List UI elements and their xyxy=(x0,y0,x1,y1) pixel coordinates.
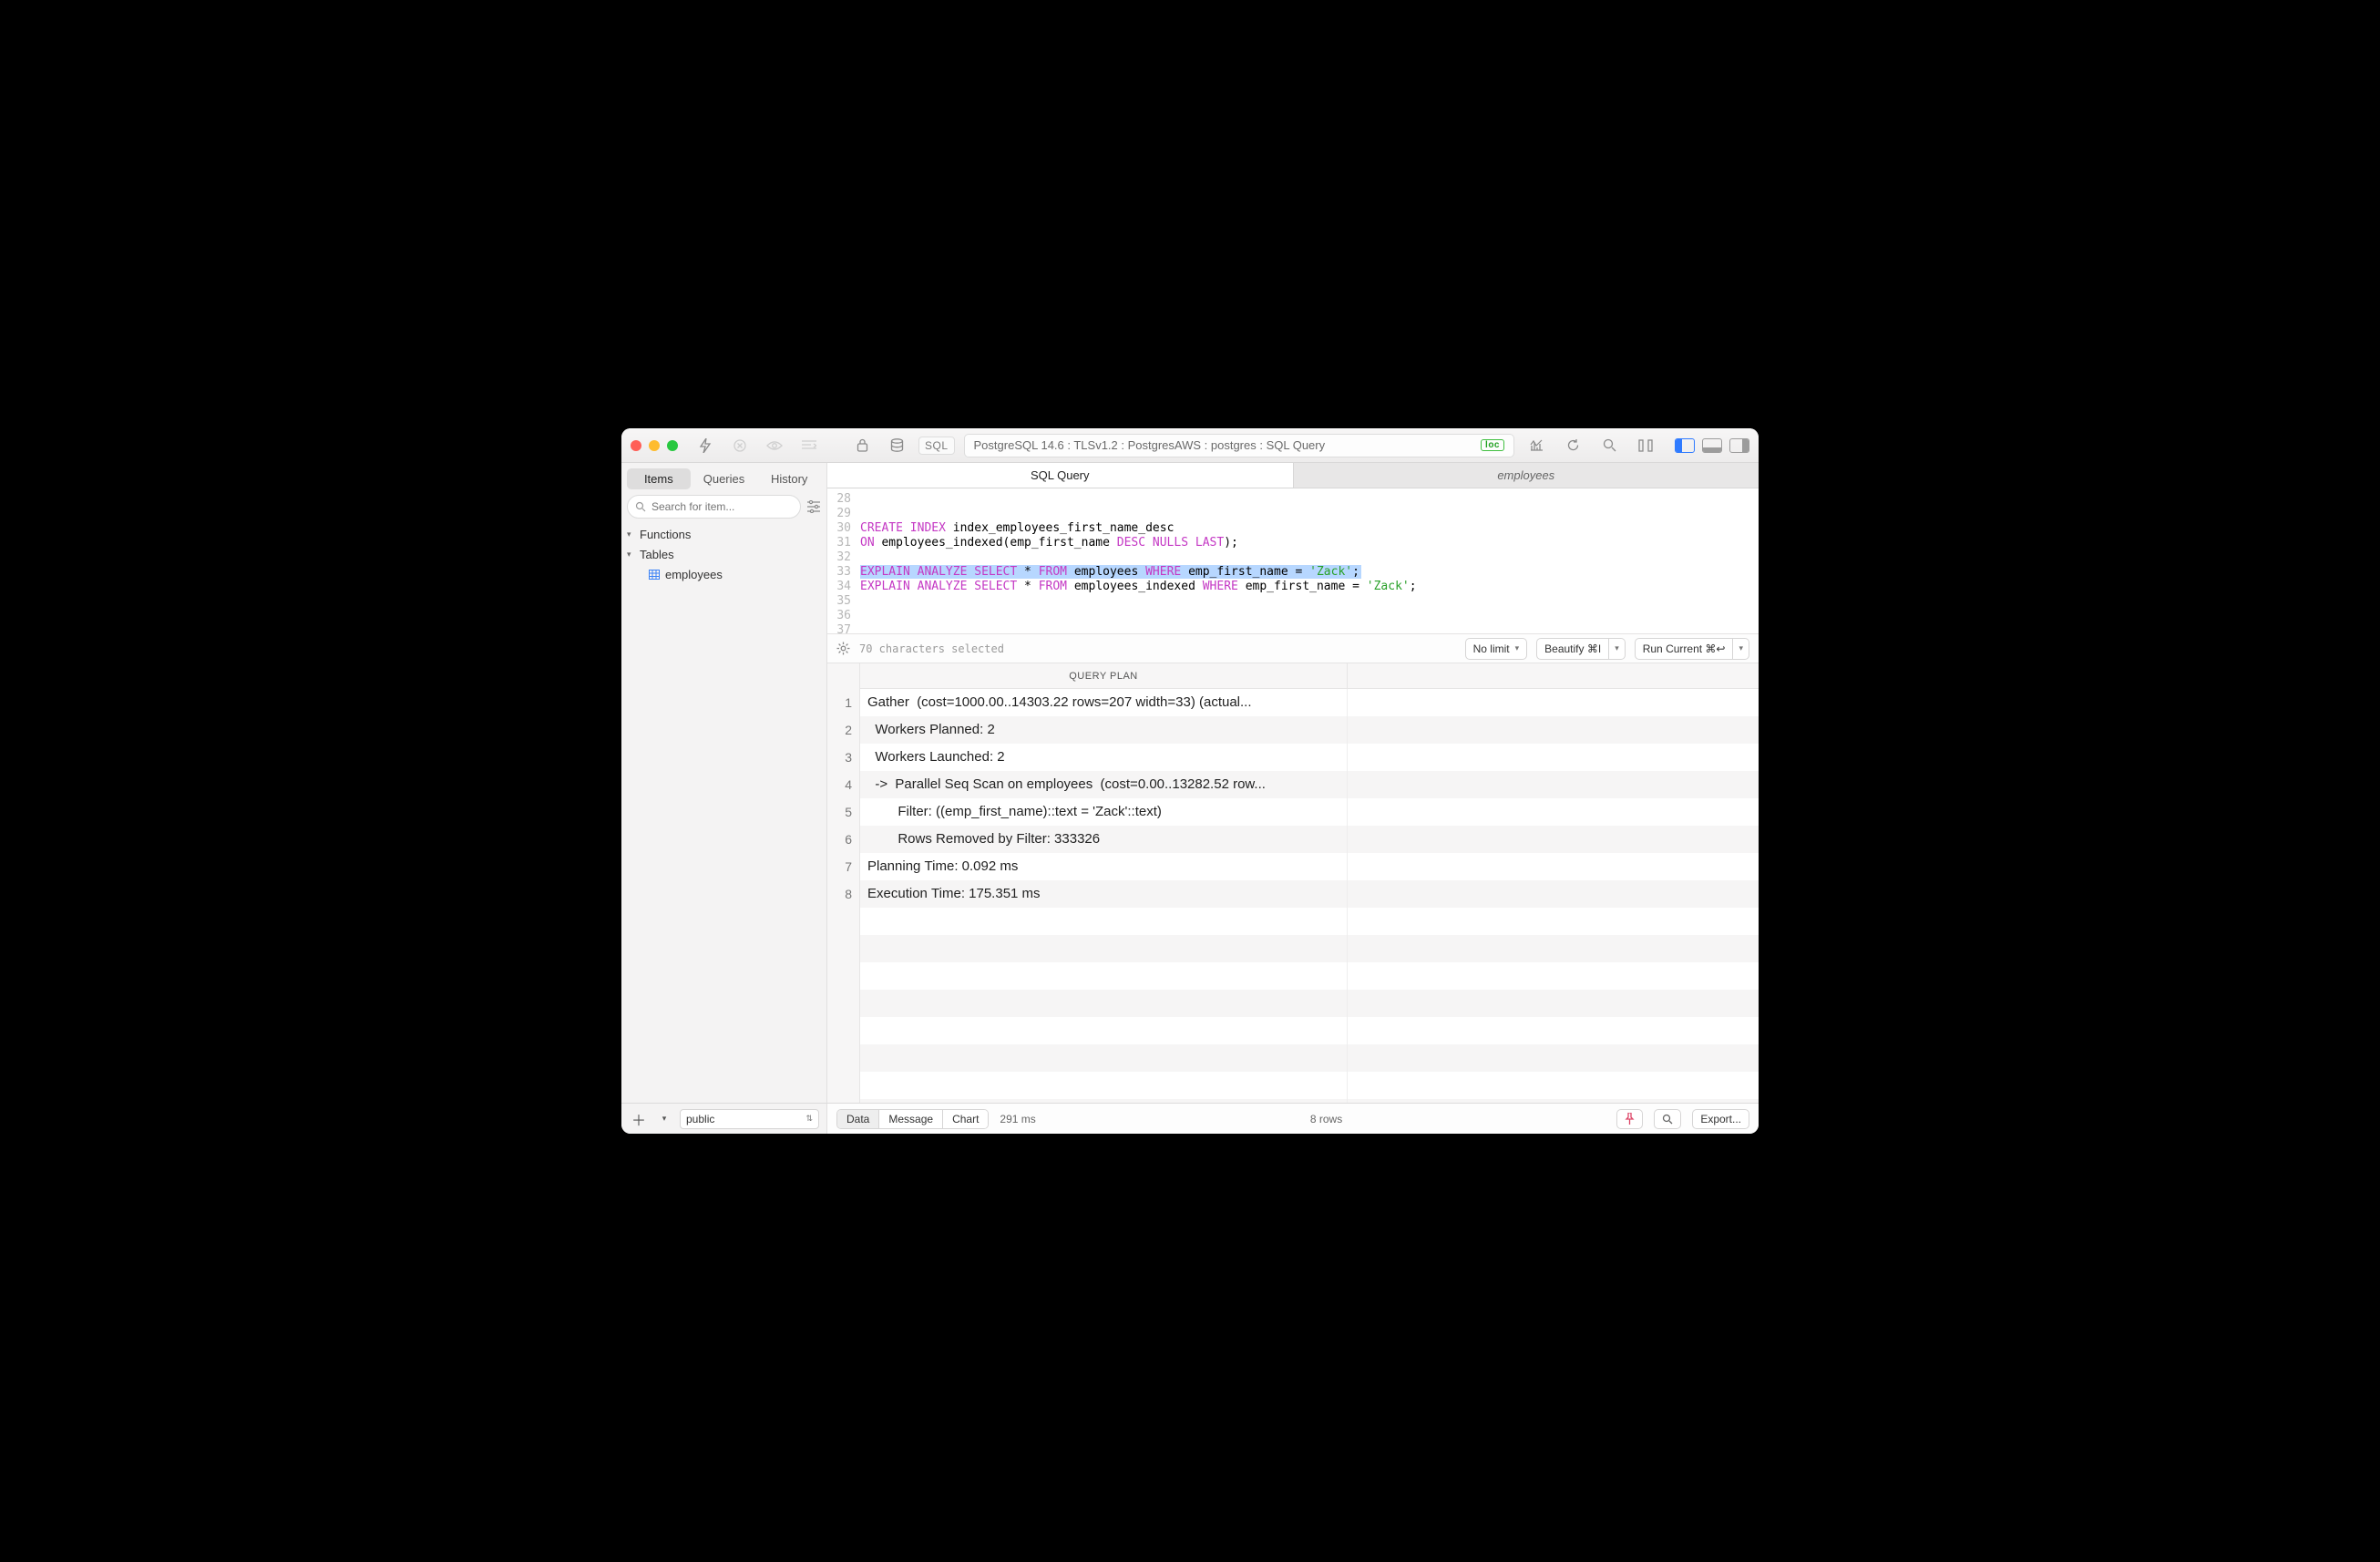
app-window: SQL PostgreSQL 14.6 : TLSv1.2 : Postgres… xyxy=(621,428,1759,1134)
chevron-down-icon: ▾ xyxy=(1739,643,1743,653)
run-dropdown[interactable]: ▾ xyxy=(1733,638,1749,660)
minimize-window-button[interactable] xyxy=(649,440,660,451)
chart-icon[interactable] xyxy=(1523,435,1549,457)
select-chevrons-icon: ⇅ xyxy=(805,1114,813,1124)
results-rows: Gather (cost=1000.00..14303.22 rows=207 … xyxy=(860,689,1759,1103)
beautify-button[interactable]: Beautify ⌘I xyxy=(1536,638,1609,660)
editor-toolbar: 70 characters selected No limit ▾ Beauti… xyxy=(827,634,1759,663)
tree-label: Tables xyxy=(640,548,674,561)
schema-label: public xyxy=(686,1113,714,1125)
tree-node-tables[interactable]: ▾ Tables xyxy=(621,544,826,564)
results-pane: 12345678 QUERY PLAN Gather (cost=1000.00… xyxy=(827,663,1759,1103)
result-row[interactable]: Gather (cost=1000.00..14303.22 rows=207 … xyxy=(860,689,1759,716)
tree-node-functions[interactable]: ▾ Functions xyxy=(621,524,826,544)
schema-select[interactable]: public ⇅ xyxy=(680,1109,819,1129)
maximize-window-button[interactable] xyxy=(667,440,678,451)
row-count: 8 rows xyxy=(1310,1113,1342,1125)
filter-settings-icon[interactable] xyxy=(806,500,821,513)
tree-label: employees xyxy=(665,568,723,581)
view-message-button[interactable]: Message xyxy=(878,1110,942,1128)
result-row[interactable]: Rows Removed by Filter: 333326 xyxy=(860,826,1759,853)
lock-icon[interactable] xyxy=(849,435,875,457)
table-icon xyxy=(649,570,660,580)
sidebar-tab-items[interactable]: Items xyxy=(627,468,691,489)
content-tabs: SQL Query employees xyxy=(827,463,1759,488)
sql-editor[interactable]: 28293031323334353637 CREATE INDEX index_… xyxy=(827,488,1759,634)
limit-dropdown[interactable]: No limit ▾ xyxy=(1465,638,1528,660)
tree-label: Functions xyxy=(640,528,691,541)
result-view-segment: Data Message Chart xyxy=(836,1109,989,1129)
tree-node-employees[interactable]: employees xyxy=(621,564,826,584)
titlebar: SQL PostgreSQL 14.6 : TLSv1.2 : Postgres… xyxy=(621,428,1759,463)
toggle-left-panel[interactable] xyxy=(1675,438,1695,453)
status-bar: ＋ ▾ public ⇅ Data Message Chart 291 ms 8… xyxy=(621,1103,1759,1134)
sidebar-search-input[interactable] xyxy=(651,500,793,513)
connection-breadcrumb[interactable]: PostgreSQL 14.6 : TLSv1.2 : PostgresAWS … xyxy=(964,434,1514,457)
indent-icon[interactable] xyxy=(796,435,822,457)
query-duration: 291 ms xyxy=(1000,1113,1035,1125)
chevron-down-icon: ▾ xyxy=(627,529,636,540)
gear-icon[interactable] xyxy=(836,642,850,655)
result-row[interactable]: Execution Time: 175.351 ms xyxy=(860,880,1759,908)
sidebar-tab-queries[interactable]: Queries xyxy=(692,468,756,489)
result-row[interactable]: -> Parallel Seq Scan on employees (cost=… xyxy=(860,771,1759,798)
result-row[interactable]: Planning Time: 0.092 ms xyxy=(860,853,1759,880)
beautify-label: Beautify ⌘I xyxy=(1544,642,1601,655)
sidebar-tab-history[interactable]: History xyxy=(757,468,821,489)
run-button[interactable]: Run Current ⌘↩ xyxy=(1635,638,1734,660)
results-gutter: 12345678 xyxy=(827,663,860,1103)
search-icon[interactable] xyxy=(1596,435,1622,457)
loc-badge: loc xyxy=(1481,439,1504,451)
run-label: Run Current ⌘↩ xyxy=(1643,642,1726,655)
pin-button[interactable] xyxy=(1616,1109,1643,1129)
editor-code[interactable]: CREATE INDEX index_employees_first_name_… xyxy=(857,488,1759,633)
sidebar: Items Queries History ▾ Functions xyxy=(621,463,827,1103)
tab-employees[interactable]: employees xyxy=(1294,463,1759,488)
limit-label: No limit xyxy=(1473,642,1510,655)
column-header-query-plan[interactable]: QUERY PLAN xyxy=(860,663,1348,688)
sidebar-search[interactable] xyxy=(627,495,801,519)
results-header: QUERY PLAN xyxy=(860,663,1759,689)
toggle-right-panel[interactable] xyxy=(1729,438,1749,453)
search-icon xyxy=(1662,1114,1673,1125)
export-button[interactable]: Export... xyxy=(1692,1109,1749,1129)
chevron-down-icon: ▾ xyxy=(1515,643,1520,653)
window-controls xyxy=(631,440,678,451)
result-row[interactable]: Workers Launched: 2 xyxy=(860,744,1759,771)
editor-gutter: 28293031323334353637 xyxy=(827,488,857,633)
main-area: SQL Query employees 28293031323334353637… xyxy=(827,463,1759,1103)
result-row[interactable]: Filter: ((emp_first_name)::text = 'Zack'… xyxy=(860,798,1759,826)
chevron-down-icon: ▾ xyxy=(627,550,636,560)
view-data-button[interactable]: Data xyxy=(837,1110,878,1128)
search-icon xyxy=(635,501,646,512)
breadcrumb-text: PostgreSQL 14.6 : TLSv1.2 : PostgresAWS … xyxy=(974,438,1326,452)
results-search-button[interactable] xyxy=(1654,1109,1681,1129)
result-row[interactable]: Workers Planned: 2 xyxy=(860,716,1759,744)
add-button[interactable]: ＋ xyxy=(629,1109,649,1129)
cancel-icon[interactable] xyxy=(727,435,753,457)
tab-sql-query[interactable]: SQL Query xyxy=(827,463,1294,488)
toggle-bottom-panel[interactable] xyxy=(1702,438,1722,453)
bolt-icon[interactable] xyxy=(692,435,718,457)
database-icon[interactable] xyxy=(884,435,909,457)
add-dropdown[interactable]: ▾ xyxy=(654,1109,674,1129)
refresh-icon[interactable] xyxy=(1560,435,1585,457)
eye-icon[interactable] xyxy=(762,435,787,457)
pin-icon xyxy=(1625,1113,1635,1125)
sql-mode-badge: SQL xyxy=(918,437,955,455)
view-chart-button[interactable]: Chart xyxy=(942,1110,988,1128)
selection-status: 70 characters selected xyxy=(859,642,1004,655)
close-window-button[interactable] xyxy=(631,440,641,451)
schema-tree: ▾ Functions ▾ Tables employees xyxy=(621,524,826,584)
tab-label: employees xyxy=(1497,468,1554,482)
beautify-dropdown[interactable]: ▾ xyxy=(1609,638,1626,660)
columns-icon[interactable] xyxy=(1633,435,1658,457)
chevron-down-icon: ▾ xyxy=(1615,643,1619,653)
